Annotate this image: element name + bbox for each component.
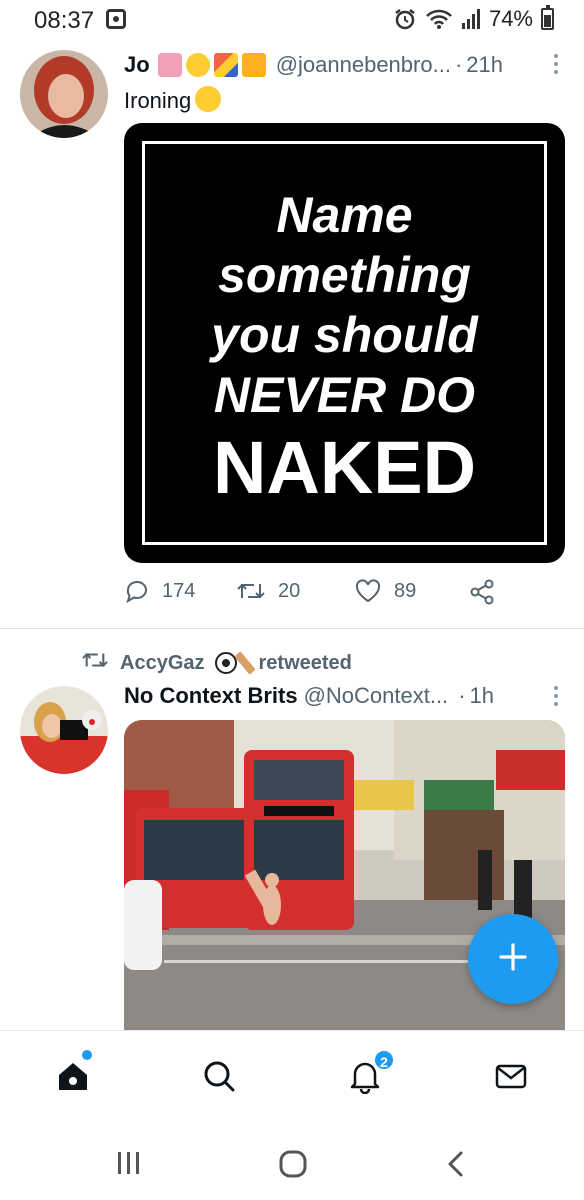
heart-icon bbox=[354, 578, 382, 604]
more-options-icon[interactable] bbox=[554, 54, 558, 74]
tweet-time[interactable]: 1h bbox=[470, 683, 494, 709]
tweet[interactable]: Jo @joannebenbro... · 21h Ironing Name s… bbox=[0, 0, 584, 628]
like-count: 89 bbox=[394, 579, 417, 602]
bottom-nav: 2 bbox=[0, 1030, 584, 1122]
new-content-indicator bbox=[82, 1050, 92, 1060]
soccer-ball-icon bbox=[214, 652, 237, 674]
share-icon bbox=[468, 578, 496, 606]
mail-icon bbox=[493, 1058, 529, 1099]
cricket-bat-icon bbox=[233, 651, 256, 675]
author-name[interactable]: Jo bbox=[124, 52, 150, 78]
avatar[interactable] bbox=[20, 50, 108, 138]
nav-home[interactable] bbox=[48, 1053, 98, 1103]
wrapped-gift-icon bbox=[241, 53, 266, 77]
home-icon bbox=[55, 1058, 91, 1099]
tweet-text: Ironing bbox=[124, 88, 192, 113]
retweet-icon bbox=[80, 648, 110, 678]
compose-tweet-button[interactable] bbox=[468, 914, 558, 1004]
author-handle[interactable]: @joannebenbro... bbox=[276, 52, 451, 78]
party-popper-icon bbox=[213, 53, 238, 77]
retweet-count: 20 bbox=[278, 579, 301, 602]
image-big-line: NAKED bbox=[212, 426, 477, 509]
share-button[interactable] bbox=[468, 578, 496, 606]
avatar[interactable] bbox=[20, 686, 108, 774]
reply-icon bbox=[124, 578, 150, 604]
retweet-icon bbox=[236, 578, 266, 604]
tweet-image[interactable]: Name something you should NEVER DO NAKED bbox=[124, 123, 565, 563]
separator-dot: · bbox=[454, 52, 463, 77]
nav-messages[interactable] bbox=[486, 1053, 536, 1103]
tweet-actions: 174 20 89 bbox=[124, 578, 564, 614]
like-button[interactable]: 89 bbox=[354, 578, 416, 604]
retweet-context[interactable]: AccyGaz retweeted bbox=[80, 648, 352, 678]
tweet-divider bbox=[0, 628, 584, 629]
recent-apps-icon[interactable] bbox=[114, 1150, 144, 1181]
separator-dot: · bbox=[458, 683, 466, 708]
reply-button[interactable]: 174 bbox=[124, 578, 195, 604]
nav-search[interactable] bbox=[194, 1053, 244, 1103]
tweet-text-row: Ironing bbox=[124, 86, 222, 114]
retweet-button[interactable]: 20 bbox=[236, 578, 300, 604]
image-text: Name something you should NEVER DO NAKED bbox=[124, 185, 565, 511]
author-name[interactable]: No Context Brits bbox=[124, 683, 298, 709]
nav-notifications[interactable]: 2 bbox=[340, 1049, 395, 1103]
tweet-time[interactable]: 21h bbox=[466, 52, 503, 78]
notifications-badge: 2 bbox=[373, 1049, 395, 1071]
home-system-icon[interactable] bbox=[278, 1150, 308, 1183]
image-line: you should bbox=[211, 307, 478, 363]
image-line: something bbox=[218, 247, 471, 303]
flushed-face-icon bbox=[195, 86, 222, 112]
retweeter-name[interactable]: AccyGaz bbox=[120, 652, 205, 675]
author-handle[interactable]: @NoContext... bbox=[304, 683, 449, 709]
more-options-icon[interactable] bbox=[554, 686, 558, 706]
reply-count: 174 bbox=[162, 579, 196, 602]
image-line: Name bbox=[276, 187, 413, 243]
image-line: NEVER DO bbox=[213, 367, 476, 423]
birthday-cake-icon bbox=[157, 53, 182, 77]
plus-icon bbox=[497, 941, 529, 978]
back-icon[interactable] bbox=[444, 1150, 468, 1183]
partying-face-icon bbox=[185, 53, 210, 77]
retweeted-label: retweeted bbox=[258, 651, 352, 674]
search-icon bbox=[201, 1058, 237, 1099]
system-nav bbox=[0, 1122, 584, 1200]
